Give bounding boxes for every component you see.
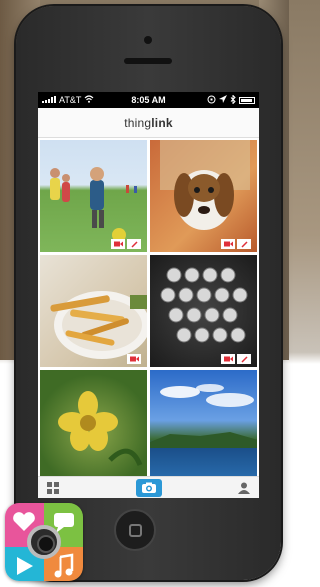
grid-item-typewriter[interactable] <box>150 255 257 367</box>
app-icon <box>5 503 83 581</box>
front-camera <box>144 36 152 44</box>
status-time: 8:05 AM <box>131 95 166 105</box>
typewriter-photo <box>160 267 248 343</box>
logo-prefix: thing <box>124 115 152 130</box>
camera-button[interactable] <box>135 478 162 497</box>
grid-item-lake[interactable] <box>150 370 257 482</box>
logo-suffix: link <box>151 115 173 130</box>
video-tag-icon[interactable] <box>221 239 235 249</box>
grid-item-dog[interactable] <box>150 140 257 252</box>
edit-tag-icon[interactable] <box>127 239 141 249</box>
heart-icon <box>13 512 35 531</box>
grid-item-kids-playing[interactable] <box>40 140 147 252</box>
play-icon <box>17 557 33 575</box>
profile-icon[interactable] <box>237 481 251 495</box>
image-grid <box>38 138 259 482</box>
lake-photo <box>150 384 257 448</box>
flower-photo <box>58 391 143 467</box>
status-bar: AT&T 8:05 AM <box>38 92 259 108</box>
grid-item-flower[interactable] <box>40 370 147 482</box>
video-tag-icon[interactable] <box>111 239 125 249</box>
phone-frame: AT&T 8:05 AM thinglink <box>16 6 281 580</box>
tag-bar <box>111 239 141 249</box>
music-note-icon <box>59 553 74 571</box>
video-tag-icon[interactable] <box>127 354 141 364</box>
grid-item-fries[interactable] <box>40 255 147 367</box>
home-button[interactable] <box>114 509 156 551</box>
bottom-tab-bar <box>38 476 259 498</box>
phone-screen: AT&T 8:05 AM thinglink <box>38 92 259 498</box>
app-header: thinglink <box>38 108 259 138</box>
tag-bar <box>221 239 251 249</box>
fries-photo <box>50 291 147 359</box>
camera-icon <box>141 482 156 493</box>
grid-icon[interactable] <box>46 481 60 495</box>
tag-bar <box>221 354 251 364</box>
kids-playing-photo <box>50 167 137 242</box>
chat-icon <box>54 513 74 527</box>
edit-tag-icon[interactable] <box>237 239 251 249</box>
earpiece-speaker <box>124 58 172 64</box>
video-tag-icon[interactable] <box>221 354 235 364</box>
thinglink-logo: thinglink <box>124 116 173 130</box>
dog-photo <box>160 140 250 230</box>
battery-icon <box>239 96 255 104</box>
tag-bar <box>127 354 141 364</box>
camera-lens-icon <box>27 525 61 559</box>
edit-tag-icon[interactable] <box>237 354 251 364</box>
